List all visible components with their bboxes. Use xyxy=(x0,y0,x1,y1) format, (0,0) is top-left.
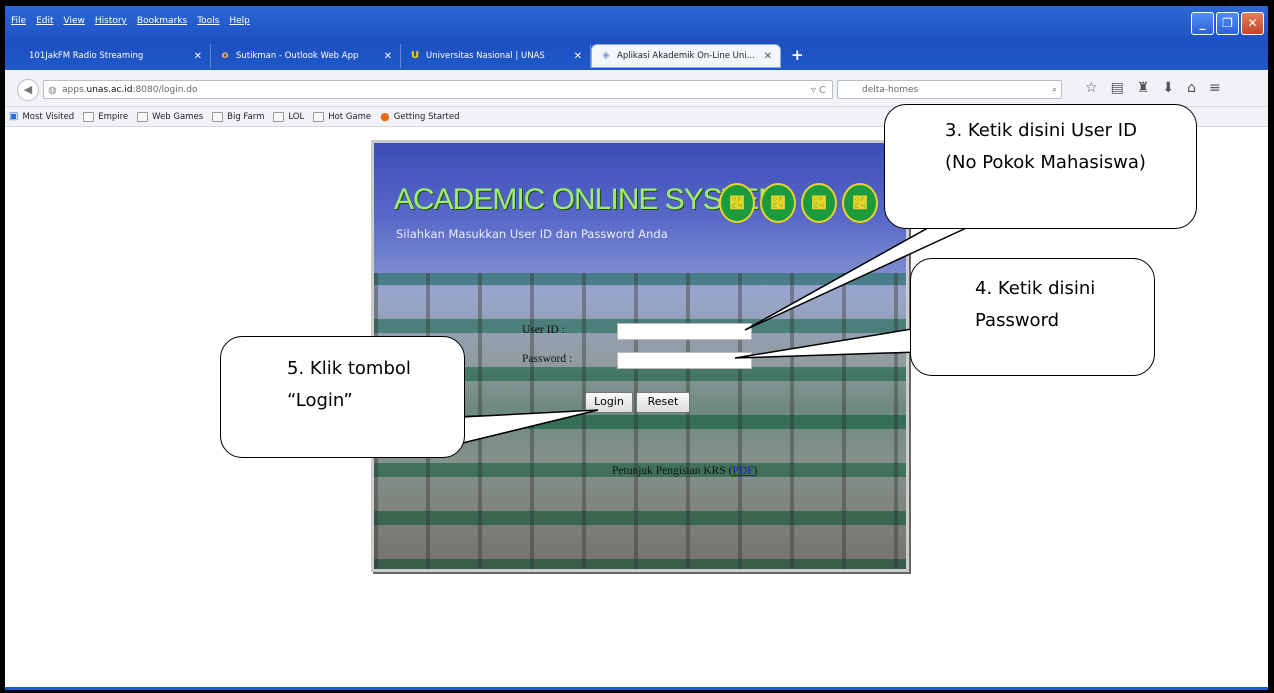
menu-tools[interactable]: Tools xyxy=(197,16,219,32)
url-prefix: apps. xyxy=(62,85,87,95)
bookmark-star-icon[interactable]: ☆ xyxy=(1085,80,1098,96)
userid-label: User ID : xyxy=(522,324,565,336)
bookmark-label: Getting Started xyxy=(393,111,460,122)
folder-icon xyxy=(137,111,149,122)
globe-icon: ◍ xyxy=(48,85,57,96)
search-icon[interactable]: ⌕ xyxy=(1052,81,1057,100)
window-bottom-border xyxy=(5,687,1268,690)
tab-label: 101JakFM Radio Streaming xyxy=(29,51,144,61)
page-icon: ◈ xyxy=(602,50,610,61)
url-path: :8080/login.do xyxy=(132,85,198,95)
unas-seal-icon: ࿤ xyxy=(760,183,796,223)
toolbar-icons: ☆ ▤ ♜ ⬇ ⌂ ≡ xyxy=(1085,80,1221,96)
restore-button[interactable]: ❐ xyxy=(1216,12,1239,35)
close-tab-icon[interactable]: ✕ xyxy=(194,51,202,62)
new-tab-button[interactable]: + xyxy=(781,46,814,68)
password-label: Password : xyxy=(522,353,573,365)
unas-seal-icon: ࿤ xyxy=(842,183,878,223)
bookmark-web-games[interactable]: Web Games xyxy=(137,111,204,122)
menu-file[interactable]: File xyxy=(11,16,26,32)
reload-icon[interactable]: ▿ C xyxy=(811,81,826,100)
bookmark-label: Empire xyxy=(98,111,129,122)
pocket-icon[interactable]: ♜ xyxy=(1137,80,1150,96)
folder-icon xyxy=(313,111,325,122)
address-bar[interactable]: ◍ apps.unas.ac.id:8080/login.do ▿ C xyxy=(43,80,833,99)
tab-strip: 101JakFM Radio Streaming ✕ o Sutikman - … xyxy=(21,42,814,68)
bookmark-most-visited[interactable]: ▣ Most Visited xyxy=(9,111,74,122)
krs-guide: Petunjuk Pengisian KRS (PDF) xyxy=(612,465,757,477)
bookmark-label: Web Games xyxy=(152,111,204,122)
password-input[interactable] xyxy=(617,352,752,369)
bookmark-label: Most Visited xyxy=(22,111,75,122)
menu-bookmarks[interactable]: Bookmarks xyxy=(137,16,187,32)
callout-5: 5. Klik tombol “Login” xyxy=(220,336,465,458)
krs-text: Petunjuk Pengisian KRS ( xyxy=(612,465,733,477)
tab-outlook[interactable]: o Sutikman - Outlook Web App ✕ xyxy=(211,44,401,68)
menu-bar: File Edit View History Bookmarks Tools H… xyxy=(11,16,250,32)
tab-label: Universitas Nasional | UNAS xyxy=(426,51,545,61)
close-window-button[interactable]: ✕ xyxy=(1241,12,1264,35)
bookmark-label: LOL xyxy=(288,111,305,122)
folder-icon xyxy=(273,111,285,122)
unas-seal-icon: ࿤ xyxy=(719,183,755,223)
bookmark-hot-game[interactable]: Hot Game xyxy=(313,111,372,122)
reading-list-icon[interactable]: ▤ xyxy=(1111,80,1124,96)
window-controls: _ ❐ ✕ xyxy=(1191,12,1264,35)
tab-label: Sutikman - Outlook Web App xyxy=(236,51,359,61)
callout-4: 4. Ketik disini Password xyxy=(910,258,1155,376)
url-host: unas.ac.id xyxy=(86,85,133,95)
folder-icon xyxy=(83,111,95,122)
unas-seal-icon: ࿤ xyxy=(801,183,837,223)
tab-akademik[interactable]: ◈ Aplikasi Akademik On-Line Uni... ✕ xyxy=(591,44,781,68)
firefox-icon: ● xyxy=(380,110,390,123)
search-value: delta-homes xyxy=(862,85,919,95)
bookmark-label: Big Farm xyxy=(227,111,265,122)
unas-icon: U xyxy=(410,50,420,61)
userid-input[interactable] xyxy=(617,323,752,340)
back-arrow-icon[interactable]: ◀ xyxy=(17,79,39,101)
folder-icon xyxy=(212,111,224,122)
outlook-icon: o xyxy=(221,50,229,61)
menu-hamburger-icon[interactable]: ≡ xyxy=(1209,80,1221,96)
menu-edit[interactable]: Edit xyxy=(36,16,53,32)
tab-radio[interactable]: 101JakFM Radio Streaming ✕ xyxy=(21,44,211,68)
tab-unas[interactable]: U Universitas Nasional | UNAS ✕ xyxy=(401,44,591,68)
menu-help[interactable]: Help xyxy=(229,16,250,32)
bookmark-lol[interactable]: LOL xyxy=(273,111,305,122)
search-input[interactable]: delta-homes ⌕ xyxy=(837,80,1062,99)
close-tab-icon[interactable]: ✕ xyxy=(764,51,772,62)
navigation-bar: ◀ ◍ apps.unas.ac.id:8080/login.do ▿ C de… xyxy=(5,70,1268,107)
close-tab-icon[interactable]: ✕ xyxy=(574,51,582,62)
menu-view[interactable]: View xyxy=(64,16,85,32)
home-icon[interactable]: ⌂ xyxy=(1187,80,1196,96)
tab-label: Aplikasi Akademik On-Line Uni... xyxy=(617,51,755,61)
close-tab-icon[interactable]: ✕ xyxy=(384,51,392,62)
most-visited-icon: ▣ xyxy=(9,111,19,122)
bookmark-empire[interactable]: Empire xyxy=(83,111,129,122)
minimize-button[interactable]: _ xyxy=(1191,12,1214,35)
pdf-link[interactable]: PDF xyxy=(732,465,753,477)
reset-button[interactable]: Reset xyxy=(636,392,690,413)
krs-close: ) xyxy=(753,465,758,477)
login-button[interactable]: Login xyxy=(585,392,633,413)
page-subtitle: Silahkan Masukkan User ID dan Password A… xyxy=(396,227,668,241)
menu-history[interactable]: History xyxy=(95,16,127,32)
bookmark-big-farm[interactable]: Big Farm xyxy=(212,111,265,122)
title-bar: File Edit View History Bookmarks Tools H… xyxy=(5,6,1268,70)
callout-3: 3. Ketik disini User ID (No Pokok Mahasi… xyxy=(884,104,1197,229)
bookmark-getting-started[interactable]: ● Getting Started xyxy=(380,110,459,123)
bookmark-label: Hot Game xyxy=(328,111,372,122)
download-icon[interactable]: ⬇ xyxy=(1162,80,1174,96)
